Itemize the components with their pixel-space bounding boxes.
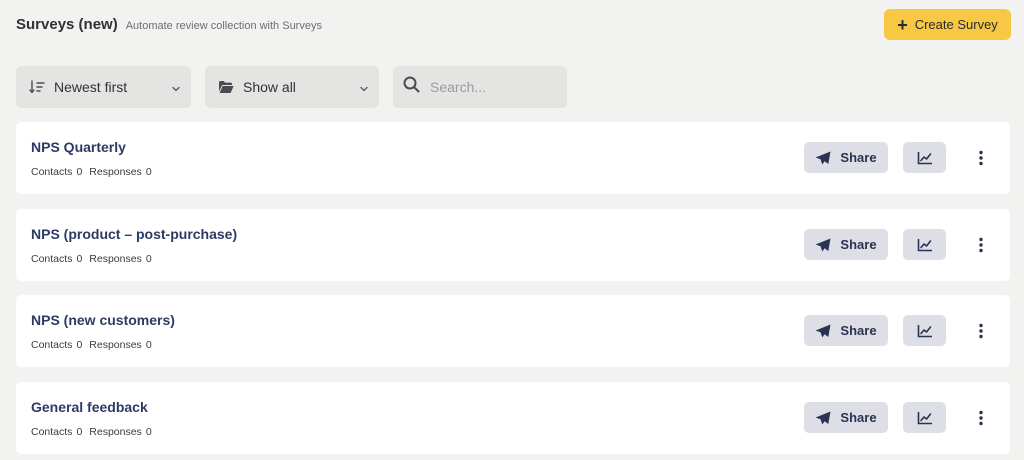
analytics-button[interactable] — [903, 142, 946, 173]
kebab-menu-icon — [979, 410, 983, 425]
contacts-label: Contacts — [31, 426, 73, 438]
responses-count: 0 — [145, 166, 152, 178]
page-header: Surveys (new) Automate review collection… — [16, 16, 322, 33]
survey-card: NPS (new customers) Contacts 0 Responses 0 … — [16, 295, 1010, 367]
survey-stats: Contacts 0 Responses 0 — [31, 166, 156, 178]
folder-dropdown[interactable]: Show all — [205, 66, 379, 108]
survey-card: NPS (product – post-purchase) Contacts 0 R… — [16, 209, 1010, 281]
paper-plane-icon — [815, 238, 831, 251]
share-button[interactable]: Share — [804, 229, 888, 260]
survey-stats: Contacts 0 Responses 0 — [31, 339, 156, 351]
page-title: Surveys (new) — [16, 16, 118, 33]
survey-title-link[interactable]: NPS Quarterly — [31, 139, 126, 155]
responses-label: Responses — [89, 426, 142, 438]
contacts-label: Contacts — [31, 253, 73, 265]
survey-title-link[interactable]: NPS (product – post-purchase) — [31, 226, 237, 242]
paper-plane-icon — [815, 151, 831, 164]
analytics-button[interactable] — [903, 229, 946, 260]
survey-stats: Contacts 0 Responses 0 — [31, 253, 156, 265]
survey-title-link[interactable]: NPS (new customers) — [31, 312, 175, 328]
search-icon — [403, 76, 420, 98]
contacts-label: Contacts — [31, 339, 73, 351]
survey-card: NPS Quarterly Contacts 0 Responses 0 Share — [16, 122, 1010, 194]
analytics-button[interactable] — [903, 402, 946, 433]
folder-open-icon — [217, 78, 235, 96]
more-options-button[interactable] — [971, 402, 991, 433]
share-button-label: Share — [840, 237, 877, 252]
contacts-count: 0 — [76, 166, 83, 178]
survey-title-link[interactable]: General feedback — [31, 399, 148, 415]
responses-count: 0 — [145, 426, 152, 438]
kebab-menu-icon — [979, 323, 983, 338]
kebab-menu-icon — [979, 150, 983, 165]
page-subtitle: Automate review collection with Surveys — [125, 20, 322, 32]
more-options-button[interactable] — [971, 315, 991, 346]
responses-label: Responses — [89, 166, 142, 178]
line-chart-icon — [917, 324, 932, 337]
contacts-count: 0 — [76, 426, 83, 438]
more-options-button[interactable] — [971, 229, 991, 260]
share-button[interactable]: Share — [804, 402, 888, 433]
survey-stats: Contacts 0 Responses 0 — [31, 426, 156, 438]
sort-dropdown-label: Newest first — [54, 79, 128, 95]
line-chart-icon — [917, 411, 932, 424]
create-survey-button[interactable]: + Create Survey — [884, 9, 1011, 40]
responses-count: 0 — [145, 339, 152, 351]
line-chart-icon — [917, 151, 932, 164]
share-button-label: Share — [840, 410, 877, 425]
folder-dropdown-label: Show all — [243, 79, 296, 95]
search-input[interactable] — [428, 78, 562, 96]
chevron-down-icon — [171, 81, 181, 97]
line-chart-icon — [917, 238, 932, 251]
contacts-label: Contacts — [31, 166, 73, 178]
share-button[interactable]: Share — [804, 142, 888, 173]
kebab-menu-icon — [979, 237, 983, 252]
sort-descending-icon — [28, 78, 46, 96]
chevron-down-icon — [359, 81, 369, 97]
responses-label: Responses — [89, 253, 142, 265]
survey-card: General feedback Contacts 0 Responses 0 Sha… — [16, 382, 1010, 454]
sort-dropdown[interactable]: Newest first — [16, 66, 191, 108]
plus-icon: + — [897, 14, 908, 35]
share-button-label: Share — [840, 323, 877, 338]
search-box — [393, 66, 567, 108]
analytics-button[interactable] — [903, 315, 946, 346]
contacts-count: 0 — [76, 339, 83, 351]
contacts-count: 0 — [76, 253, 83, 265]
responses-label: Responses — [89, 339, 142, 351]
more-options-button[interactable] — [971, 142, 991, 173]
paper-plane-icon — [815, 324, 831, 337]
share-button-label: Share — [840, 150, 877, 165]
paper-plane-icon — [815, 411, 831, 424]
create-survey-label: Create Survey — [914, 17, 998, 32]
responses-count: 0 — [145, 253, 152, 265]
share-button[interactable]: Share — [804, 315, 888, 346]
